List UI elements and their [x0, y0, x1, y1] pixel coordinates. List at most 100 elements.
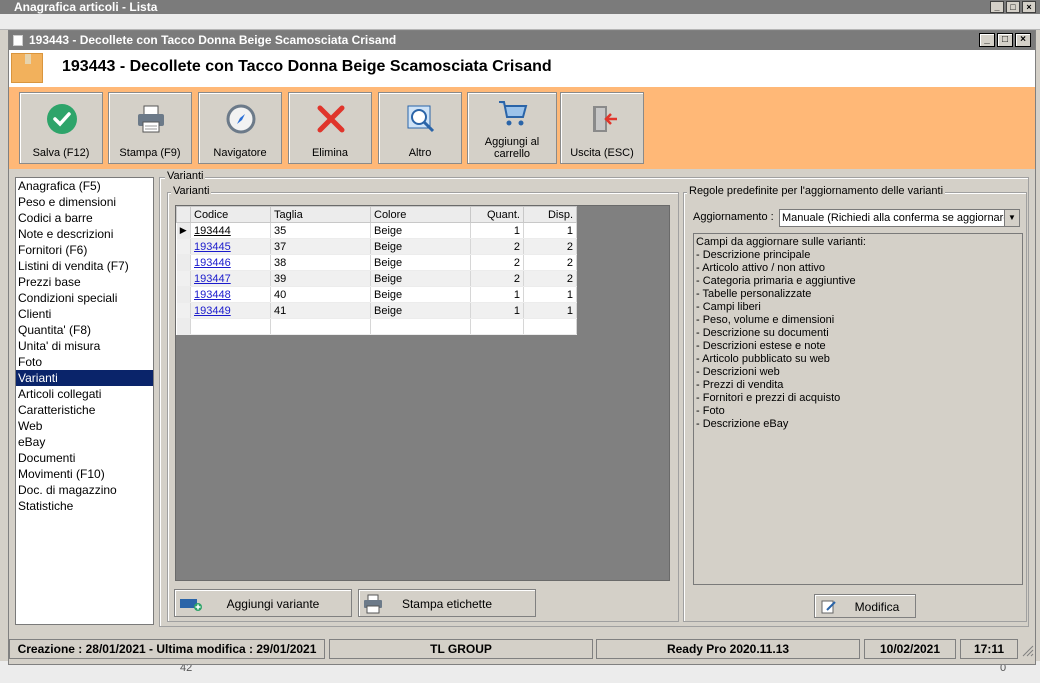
column-header-disp[interactable]: Disp.: [523, 206, 577, 223]
row-selector[interactable]: [176, 286, 191, 303]
nav-item-statistiche[interactable]: Statistiche: [16, 498, 153, 514]
dialog-titlebar: 193443 - Decollete con Tacco Donna Beige…: [9, 31, 1035, 50]
nav-item-caratteristiche[interactable]: Caratteristiche: [16, 402, 153, 418]
nav-item-doc-magazzino[interactable]: Doc. di magazzino: [16, 482, 153, 498]
column-header-colore[interactable]: Colore: [370, 206, 471, 223]
variant-code-link[interactable]: 193446: [194, 257, 231, 269]
nav-item-ebay[interactable]: eBay: [16, 434, 153, 450]
maximize-icon[interactable]: □: [1006, 1, 1020, 13]
fields-title: Campi da aggiornare sulle varianti:: [696, 236, 866, 248]
print-button[interactable]: Stampa (F9): [108, 92, 192, 164]
variant-color: Beige: [370, 254, 471, 271]
minimize-icon[interactable]: _: [990, 1, 1004, 13]
variant-quantity: 1: [470, 222, 524, 239]
add-to-cart-button[interactable]: Aggiungi al carrello: [467, 92, 557, 164]
variant-code-link[interactable]: 193448: [194, 289, 231, 301]
close-icon[interactable]: ×: [1015, 33, 1031, 47]
variant-size: 37: [270, 238, 371, 255]
delete-button[interactable]: Elimina: [288, 92, 372, 164]
row-pointer-icon: ▶: [176, 222, 191, 239]
field-item: - Categoria primaria e aggiuntive: [696, 275, 856, 287]
variant-quantity: 2: [470, 238, 524, 255]
variant-code-link[interactable]: 193447: [194, 273, 231, 285]
update-mode-select[interactable]: Manuale (Richiedi alla conferma se aggio…: [779, 209, 1020, 227]
add-variant-button[interactable]: Aggiungi variante: [174, 589, 352, 617]
nav-item-movimenti[interactable]: Movimenti (F10): [16, 466, 153, 482]
exit-label: Uscita (ESC): [570, 147, 634, 159]
field-item: - Descrizioni web: [696, 366, 780, 378]
column-header-codice[interactable]: Codice: [190, 206, 271, 223]
table-row[interactable]: 193448 40 Beige 1 1: [176, 286, 577, 303]
nav-item-anagrafica[interactable]: Anagrafica (F5): [16, 178, 153, 194]
article-dialog: 193443 - Decollete con Tacco Donna Beige…: [8, 30, 1036, 665]
field-item: - Articolo attivo / non attivo: [696, 262, 826, 274]
background-window-title: Anagrafica articoli - Lista: [14, 0, 158, 14]
table-row[interactable]: 193447 39 Beige 2 2: [176, 270, 577, 287]
variant-color: Beige: [370, 270, 471, 287]
nav-item-quantita[interactable]: Quantita' (F8): [16, 322, 153, 338]
navigator-button[interactable]: Navigatore: [198, 92, 282, 164]
nav-item-varianti[interactable]: Varianti: [16, 370, 153, 386]
table-row[interactable]: 193445 37 Beige 2 2: [176, 238, 577, 255]
dialog-title: 193443 - Decollete con Tacco Donna Beige…: [29, 33, 397, 47]
variant-available: 1: [523, 286, 577, 303]
variant-color: Beige: [370, 286, 471, 303]
save-button[interactable]: Salva (F12): [19, 92, 103, 164]
exit-button[interactable]: Uscita (ESC): [560, 92, 644, 164]
variant-size: 41: [270, 302, 371, 319]
column-header-quant[interactable]: Quant.: [470, 206, 524, 223]
modify-button[interactable]: Modifica: [814, 594, 916, 618]
exit-door-icon: [593, 106, 617, 132]
row-selector[interactable]: [176, 270, 191, 287]
nav-item-listini[interactable]: Listini di vendita (F7): [16, 258, 153, 274]
column-header-taglia[interactable]: Taglia: [270, 206, 371, 223]
update-mode-label: Aggiornamento :: [693, 211, 774, 223]
table-row[interactable]: 193446 38 Beige 2 2: [176, 254, 577, 271]
variant-color: Beige: [370, 302, 471, 319]
print-labels-button[interactable]: Stampa etichette: [358, 589, 536, 617]
new-row[interactable]: [176, 318, 577, 335]
nav-item-codici[interactable]: Codici a barre: [16, 210, 153, 226]
table-row[interactable]: ▶ 193444 35 Beige 1 1: [176, 222, 577, 239]
nav-item-note[interactable]: Note e descrizioni: [16, 226, 153, 242]
close-icon[interactable]: ×: [1022, 1, 1036, 13]
nav-item-prezzi-base[interactable]: Prezzi base: [16, 274, 153, 290]
row-selector-header: [176, 206, 191, 223]
nav-item-fornitori[interactable]: Fornitori (F6): [16, 242, 153, 258]
field-item: - Tabelle personalizzate: [696, 288, 812, 300]
variant-code-link[interactable]: 193444: [194, 225, 231, 237]
variant-code-link[interactable]: 193445: [194, 241, 231, 253]
nav-item-foto[interactable]: Foto: [16, 354, 153, 370]
background-window-body: [0, 14, 1040, 30]
more-button[interactable]: Altro: [378, 92, 462, 164]
nav-item-web[interactable]: Web: [16, 418, 153, 434]
resize-grip-icon[interactable]: [1020, 643, 1034, 657]
field-item: - Campi liberi: [696, 301, 761, 313]
chevron-down-icon[interactable]: ▼: [1004, 210, 1019, 226]
print-label: Stampa (F9): [119, 147, 181, 159]
status-date: 10/02/2021: [864, 639, 956, 659]
variant-quantity: 2: [470, 270, 524, 287]
table-row[interactable]: 193449 41 Beige 1 1: [176, 302, 577, 319]
add-to-cart-label: Aggiungi al carrello: [484, 136, 540, 160]
variant-code-link[interactable]: 193449: [194, 305, 231, 317]
row-selector[interactable]: [176, 318, 191, 335]
nav-item-clienti[interactable]: Clienti: [16, 306, 153, 322]
minimize-icon[interactable]: _: [979, 33, 995, 47]
varianti-outer-label: Varianti: [165, 170, 206, 182]
row-selector[interactable]: [176, 254, 191, 271]
variant-available: 2: [523, 238, 577, 255]
variant-available: 1: [523, 222, 577, 239]
maximize-icon[interactable]: □: [997, 33, 1013, 47]
row-selector[interactable]: [176, 302, 191, 319]
nav-item-documenti[interactable]: Documenti: [16, 450, 153, 466]
nav-item-peso[interactable]: Peso e dimensioni: [16, 194, 153, 210]
variant-available: 2: [523, 254, 577, 271]
modify-label: Modifica: [854, 600, 900, 614]
nav-item-unita[interactable]: Unita' di misura: [16, 338, 153, 354]
nav-item-articoli-collegati[interactable]: Articoli collegati: [16, 386, 153, 402]
row-selector[interactable]: [176, 238, 191, 255]
background-window-titlebar: Anagrafica articoli - Lista _ □ ×: [0, 0, 1040, 14]
nav-item-condizioni[interactable]: Condizioni speciali: [16, 290, 153, 306]
section-nav-list: Anagrafica (F5) Peso e dimensioni Codici…: [15, 177, 154, 625]
